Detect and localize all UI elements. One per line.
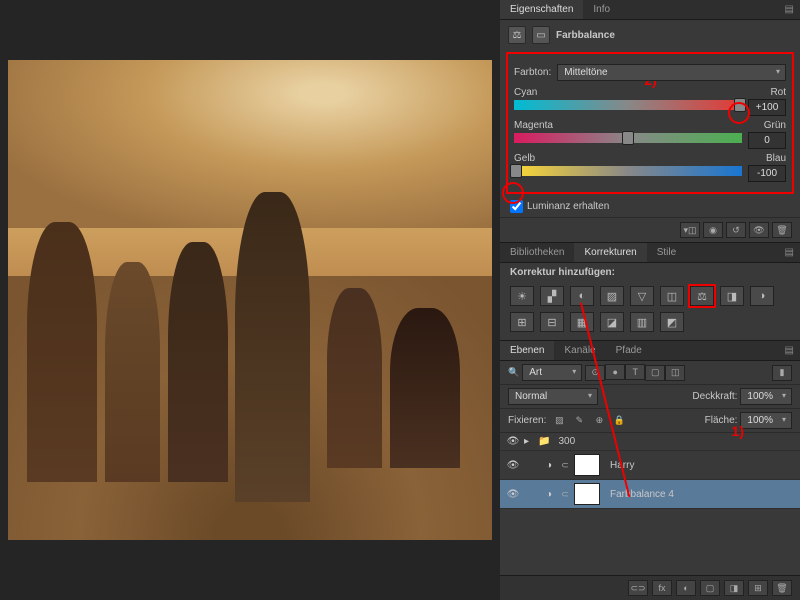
layers-list: 👁▸📁300👁◑⊂Harry👁◑⊂Farbbalance 4 (500, 433, 800, 509)
visibility-icon[interactable]: 👁 (506, 489, 520, 500)
adjustment-icon-9[interactable]: ⊞ (510, 312, 534, 332)
document-canvas[interactable] (0, 0, 500, 600)
adjustment-icon-10[interactable]: ⊟ (540, 312, 564, 332)
footer-icon-1[interactable]: fx (652, 580, 672, 596)
footer-icon-0[interactable]: ⊂⊃ (628, 580, 648, 596)
properties-tabs: Eigenschaften Info ▤ (500, 0, 800, 20)
preserve-luminosity-checkbox[interactable]: Luminanz erhalten (500, 196, 800, 217)
fill-value[interactable]: 100% (740, 412, 792, 429)
filter-kind-icon[interactable]: 🔍 (508, 367, 519, 378)
yellow-blue-value[interactable]: -100 (748, 165, 786, 182)
tone-label: Farbton: (514, 67, 551, 78)
clip-icon[interactable]: ▾◫ (680, 222, 700, 238)
cyan-label: Cyan (514, 87, 537, 98)
footer-icon-2[interactable]: ◐ (676, 580, 696, 596)
panel-menu-icon[interactable]: ▤ (779, 0, 800, 19)
tab-info[interactable]: Info (583, 0, 620, 19)
red-label: Rot (770, 87, 786, 98)
blue-label: Blau (766, 153, 786, 164)
folder-icon: 📁 (538, 436, 550, 447)
adj-panel-menu-icon[interactable]: ▤ (779, 243, 800, 262)
add-adjustment-label: Korrektur hinzufügen: (500, 263, 800, 282)
photo-preview (8, 60, 492, 540)
balance-icon: ⚖ (508, 26, 526, 44)
adjustment-icon-13[interactable]: ▥ (630, 312, 654, 332)
view-previous-icon[interactable]: ◉ (703, 222, 723, 238)
filter-icon-4[interactable]: ◫ (665, 365, 685, 381)
toggle-visibility-icon[interactable]: 👁 (749, 222, 769, 238)
adjustment-icon-8[interactable]: ◑ (750, 286, 774, 306)
link-icon: ⊂ (560, 460, 570, 471)
delete-icon[interactable]: 🗑 (772, 222, 792, 238)
tab-styles[interactable]: Stile (647, 243, 686, 262)
property-header: ⚖ ▭ Farbbalance (500, 20, 800, 50)
filter-toggle[interactable]: ▮ (772, 365, 792, 381)
filter-icon-2[interactable]: T (625, 364, 645, 380)
cyan-red-slider[interactable] (514, 100, 742, 110)
magenta-label: Magenta (514, 120, 553, 131)
adj-badge-icon: ◑ (542, 489, 556, 500)
layers-tabs: Ebenen Kanäle Pfade ▤ (500, 340, 800, 361)
layer-name: Farbbalance 4 (610, 489, 674, 500)
tab-properties[interactable]: Eigenschaften (500, 0, 583, 19)
yellow-blue-slider[interactable] (514, 166, 742, 176)
tab-libraries[interactable]: Bibliotheken (500, 243, 574, 262)
layer-name: 300 (558, 436, 575, 447)
magenta-green-slider[interactable] (514, 133, 742, 143)
filter-icon-3[interactable]: ▢ (645, 365, 665, 381)
visibility-icon[interactable]: 👁 (506, 436, 520, 447)
adjustment-icon-grid: ☀▞◐▨▽◫⚖◨◑⊞⊟▦◪▥◩ (500, 282, 800, 340)
layer-row[interactable]: 👁◑⊂Harry (500, 451, 800, 480)
adjustment-icon-14[interactable]: ◩ (660, 312, 684, 332)
adjustment-icon-12[interactable]: ◪ (600, 312, 624, 332)
blend-mode-select[interactable]: Normal (508, 388, 598, 405)
footer-icon-6[interactable]: 🗑 (772, 580, 792, 596)
yellow-label: Gelb (514, 153, 535, 164)
adj-badge-icon: ◑ (542, 460, 556, 471)
footer-icon-3[interactable]: ▢ (700, 580, 720, 596)
tab-adjustments[interactable]: Korrekturen (574, 243, 646, 262)
lock-icon-0[interactable]: ▨ (549, 413, 569, 429)
opacity-label: Deckkraft: (692, 391, 737, 402)
mask-icon[interactable]: ▭ (532, 26, 550, 44)
link-icon: ⊂ (560, 489, 570, 500)
lock-label: Fixieren: (508, 415, 546, 426)
visibility-icon[interactable]: 👁 (506, 460, 520, 471)
tone-select[interactable]: Mitteltöne (557, 64, 786, 81)
lock-icon-2[interactable]: ⊕ (589, 413, 609, 429)
green-label: Grün (764, 120, 786, 131)
layer-row[interactable]: 👁▸📁300 (500, 433, 800, 451)
cyan-red-value[interactable]: +100 (748, 99, 786, 116)
mask-thumbnail[interactable] (574, 454, 600, 476)
tab-paths[interactable]: Pfade (606, 341, 652, 360)
filter-type-select[interactable]: Art (522, 364, 582, 381)
adjustment-icon-3[interactable]: ▨ (600, 286, 624, 306)
tab-channels[interactable]: Kanäle (554, 341, 605, 360)
adjustment-icon-0[interactable]: ☀ (510, 286, 534, 306)
preserve-lum-input[interactable] (510, 200, 523, 213)
adjustment-icon-5[interactable]: ◫ (660, 286, 684, 306)
mask-thumbnail[interactable] (574, 483, 600, 505)
adjustment-icon-1[interactable]: ▞ (540, 286, 564, 306)
layer-row[interactable]: 👁 ◑ ⊂ Farbbalance 4 (500, 480, 800, 509)
lock-icon-1[interactable]: ✎ (569, 413, 589, 429)
adjustment-icon-7[interactable]: ◨ (720, 286, 744, 306)
layers-footer: ⊂⊃fx◐▢◨⊞🗑 (500, 575, 800, 600)
reset-icon[interactable]: ↺ (726, 222, 746, 238)
adjustment-title: Farbbalance (556, 30, 615, 41)
adjustment-icon-6[interactable]: ⚖ (690, 286, 714, 306)
highlighted-controls: 2) Farbton: Mitteltöne CyanRot +100 Mage… (506, 52, 794, 194)
magenta-green-value[interactable]: 0 (748, 132, 786, 149)
opacity-value[interactable]: 100% (740, 388, 792, 405)
filter-icon-1[interactable]: ● (605, 364, 625, 380)
adjustment-icon-4[interactable]: ▽ (630, 286, 654, 306)
right-panel: Eigenschaften Info ▤ ⚖ ▭ Farbbalance 2) … (500, 0, 800, 600)
layers-panel-menu-icon[interactable]: ▤ (779, 341, 800, 360)
properties-footer: ▾◫ ◉ ↺ 👁 🗑 (500, 217, 800, 242)
tab-layers[interactable]: Ebenen (500, 341, 554, 360)
footer-icon-4[interactable]: ◨ (724, 580, 744, 596)
adjustments-tabs: Bibliotheken Korrekturen Stile ▤ (500, 242, 800, 263)
footer-icon-5[interactable]: ⊞ (748, 580, 768, 596)
